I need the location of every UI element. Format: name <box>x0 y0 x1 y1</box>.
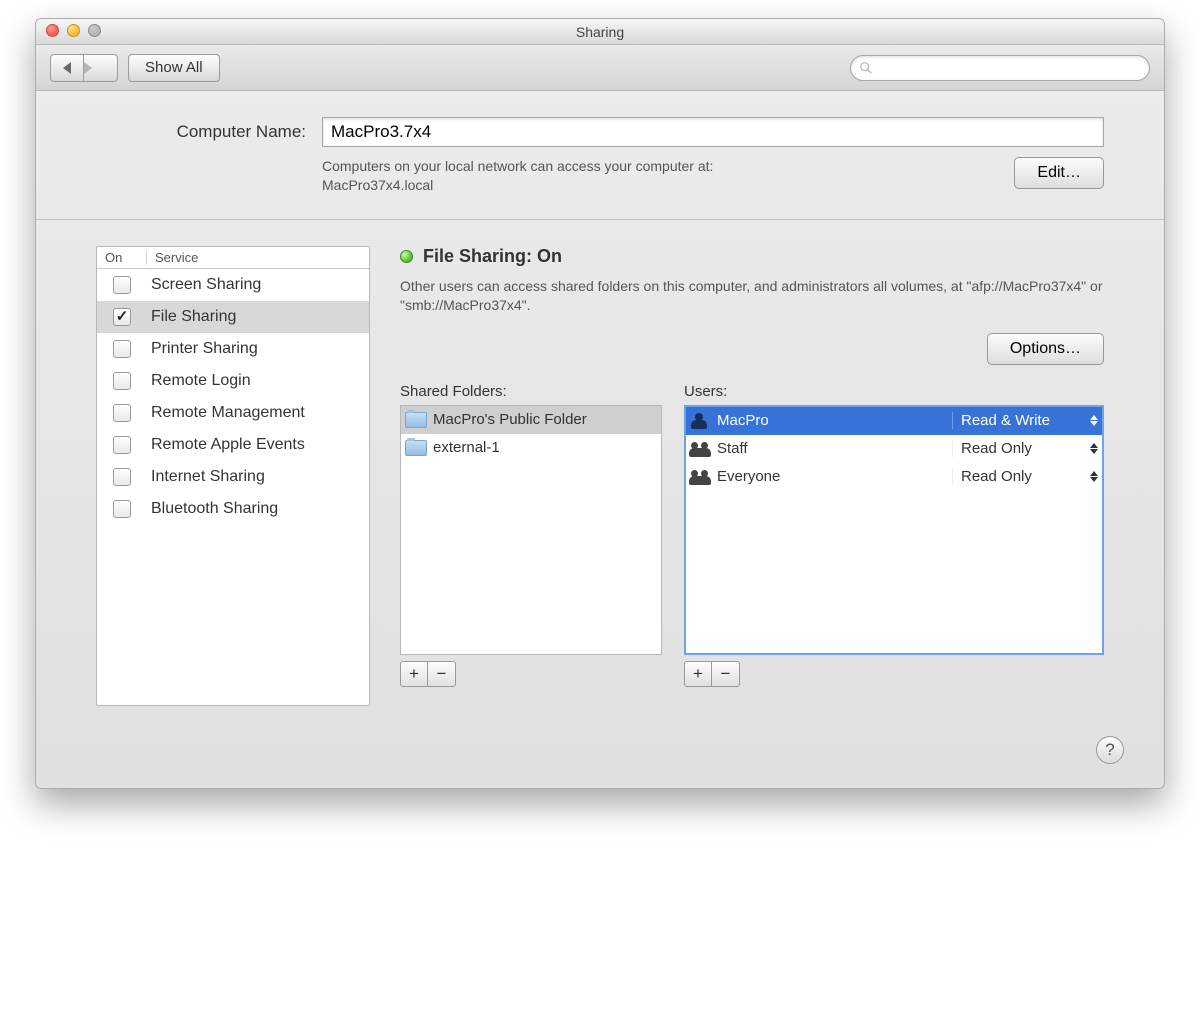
service-row[interactable]: Printer Sharing <box>97 333 369 365</box>
options-button[interactable]: Options… <box>987 333 1104 365</box>
service-checkbox[interactable] <box>113 340 131 358</box>
shared-folder-name: external-1 <box>433 439 500 456</box>
person-icon <box>689 413 711 429</box>
services-header: On Service <box>97 247 369 269</box>
services-list[interactable]: On Service Screen Sharing File Sharing P… <box>96 246 370 706</box>
service-name: File Sharing <box>147 308 369 326</box>
service-name: Remote Management <box>147 404 369 422</box>
permission-select[interactable]: Read Only <box>952 468 1102 485</box>
service-checkbox[interactable] <box>113 308 131 326</box>
search-icon <box>859 61 873 75</box>
service-checkbox[interactable] <box>113 404 131 422</box>
shared-folders-list[interactable]: MacPro's Public Folder external-1 <box>400 405 662 655</box>
window-title: Sharing <box>576 24 624 40</box>
user-name: Staff <box>717 440 748 457</box>
stepper-icon <box>1090 443 1098 454</box>
user-name: Everyone <box>717 468 780 485</box>
close-window-button[interactable] <box>46 24 59 37</box>
service-name: Remote Login <box>147 372 369 390</box>
services-header-service: Service <box>147 250 369 265</box>
user-row[interactable]: Everyone Read Only <box>686 463 1102 491</box>
sharing-window: Sharing Show All Computer Name: Computer… <box>35 18 1165 789</box>
service-checkbox[interactable] <box>113 276 131 294</box>
permission-value: Read Only <box>961 468 1032 485</box>
computer-name-subtext-line1: Computers on your local network can acce… <box>322 158 713 174</box>
service-status-title: File Sharing: On <box>423 246 562 267</box>
status-indicator-icon <box>400 250 413 263</box>
computer-name-label: Computer Name: <box>96 122 306 142</box>
users-list[interactable]: MacPro Read & Write Staff Read Only Ever… <box>684 405 1104 655</box>
nav-segmented <box>50 54 118 82</box>
service-row[interactable]: Remote Apple Events <box>97 429 369 461</box>
users-label: Users: <box>684 383 1104 400</box>
service-status-description: Other users can access shared folders on… <box>400 277 1104 315</box>
services-header-on: On <box>97 250 147 265</box>
stepper-icon <box>1090 415 1098 426</box>
user-row[interactable]: Staff Read Only <box>686 435 1102 463</box>
service-row[interactable]: Bluetooth Sharing <box>97 493 369 525</box>
search-input[interactable] <box>878 60 1141 75</box>
shared-folders-label: Shared Folders: <box>400 383 662 400</box>
service-row[interactable]: Remote Login <box>97 365 369 397</box>
search-field[interactable] <box>850 55 1150 81</box>
user-name: MacPro <box>717 412 769 429</box>
computer-name-subtext-line2: MacPro37x4.local <box>322 177 433 193</box>
group-icon <box>689 469 711 485</box>
back-button[interactable] <box>50 54 84 82</box>
titlebar: Sharing <box>36 19 1164 45</box>
remove-folder-button[interactable]: − <box>428 661 456 687</box>
service-name: Printer Sharing <box>147 340 369 358</box>
minimize-window-button[interactable] <box>67 24 80 37</box>
remove-user-button[interactable]: − <box>712 661 740 687</box>
permission-value: Read & Write <box>961 412 1050 429</box>
service-row[interactable]: Internet Sharing <box>97 461 369 493</box>
shared-folder-row[interactable]: external-1 <box>401 434 661 462</box>
service-name: Screen Sharing <box>147 276 369 294</box>
forward-button[interactable] <box>84 54 118 82</box>
folder-icon <box>405 412 427 428</box>
service-checkbox[interactable] <box>113 500 131 518</box>
user-row[interactable]: MacPro Read & Write <box>686 407 1102 435</box>
stepper-icon <box>1090 471 1098 482</box>
permission-value: Read Only <box>961 440 1032 457</box>
permission-select[interactable]: Read & Write <box>952 412 1102 429</box>
service-name: Internet Sharing <box>147 468 369 486</box>
service-row[interactable]: Remote Management <box>97 397 369 429</box>
shared-folder-row[interactable]: MacPro's Public Folder <box>401 406 661 434</box>
chevron-right-icon <box>84 62 117 74</box>
shared-folder-name: MacPro's Public Folder <box>433 411 587 428</box>
service-name: Remote Apple Events <box>147 436 369 454</box>
edit-hostname-button[interactable]: Edit… <box>1014 157 1104 189</box>
zoom-window-button[interactable] <box>88 24 101 37</box>
service-name: Bluetooth Sharing <box>147 500 369 518</box>
permission-select[interactable]: Read Only <box>952 440 1102 457</box>
service-checkbox[interactable] <box>113 468 131 486</box>
folder-icon <box>405 440 427 456</box>
service-checkbox[interactable] <box>113 436 131 454</box>
show-all-button[interactable]: Show All <box>128 54 220 82</box>
computer-name-input[interactable] <box>322 117 1104 147</box>
add-folder-button[interactable]: + <box>400 661 428 687</box>
group-icon <box>689 441 711 457</box>
service-checkbox[interactable] <box>113 372 131 390</box>
service-row[interactable]: Screen Sharing <box>97 269 369 301</box>
chevron-left-icon <box>63 62 71 74</box>
add-user-button[interactable]: + <box>684 661 712 687</box>
toolbar: Show All <box>36 45 1164 91</box>
service-row[interactable]: File Sharing <box>97 301 369 333</box>
computer-name-section: Computer Name: Computers on your local n… <box>36 91 1164 220</box>
computer-name-subtext: Computers on your local network can acce… <box>322 157 713 195</box>
help-button[interactable]: ? <box>1096 736 1124 764</box>
